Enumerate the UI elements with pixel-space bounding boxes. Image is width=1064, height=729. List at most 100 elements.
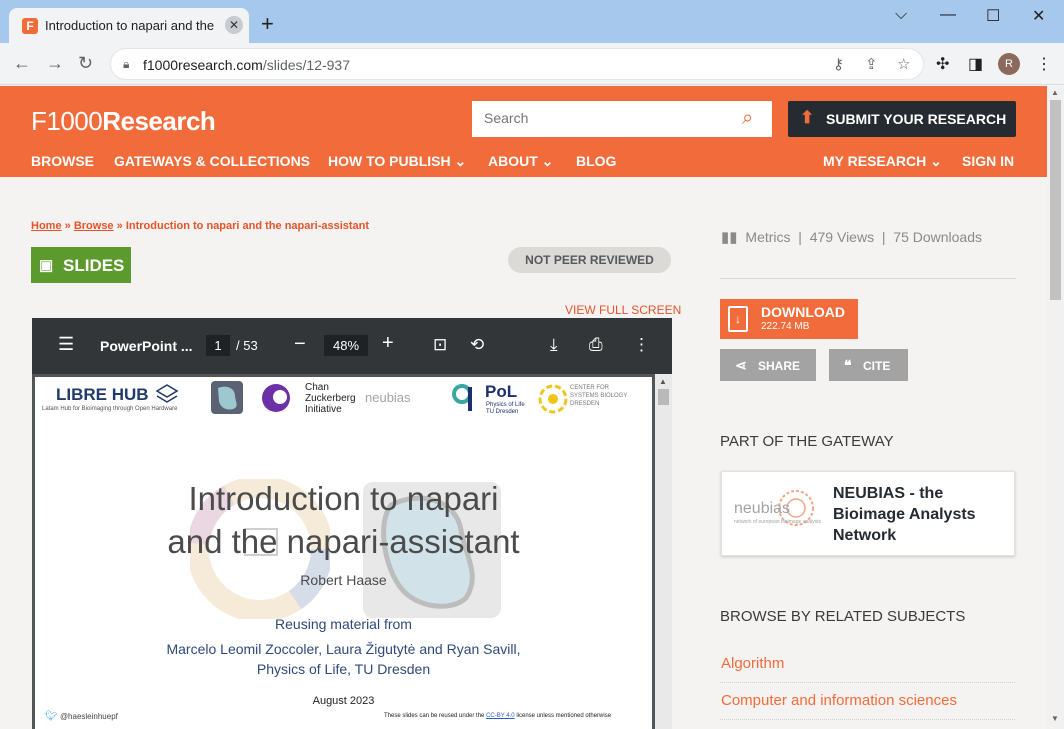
rotate-icon[interactable]: ⟲	[470, 335, 484, 355]
url-text[interactable]: f1000research.com/slides/12-937	[143, 57, 350, 73]
search-input[interactable]	[484, 110, 724, 126]
nav-how-to-publish[interactable]: HOW TO PUBLISH ⌄	[328, 153, 466, 170]
submit-research-button[interactable]: ⬆ SUBMIT YOUR RESEARCH	[788, 101, 1016, 137]
upload-icon: ⬆	[800, 108, 815, 127]
site-header: F1000Research ⌕ ⬆ SUBMIT YOUR RESEARCH B…	[0, 86, 1047, 177]
gateway-name[interactable]: NEUBIAS - the Bioimage Analysts Network	[833, 483, 1003, 546]
browser-window: F Introduction to napari and the n ✕ + ⌵…	[0, 0, 1064, 729]
active-tab[interactable]: F Introduction to napari and the n ✕	[9, 8, 249, 43]
web-page: F1000Research ⌕ ⬆ SUBMIT YOUR RESEARCH B…	[0, 86, 1047, 729]
libre-hub-logo: LIBRE HUB	[56, 385, 149, 404]
csbd-logo-icon	[538, 384, 568, 414]
lock-icon[interactable]: 🔒︎	[123, 57, 129, 72]
site-logo[interactable]: F1000Research	[31, 106, 216, 137]
subject-link-algorithm[interactable]: Algorithm	[721, 655, 784, 672]
license-link[interactable]: CC-BY 4.0	[486, 713, 515, 719]
czi-logo-icon	[262, 384, 290, 412]
chevron-down-icon[interactable]: ⌵	[895, 6, 907, 24]
address-bar[interactable]: 🔒︎ f1000research.com/slides/12-937 ⚷ ⇪ ☆	[110, 48, 924, 80]
breadcrumb-current: Introduction to napari and the napari-as…	[125, 220, 370, 232]
share-page-icon[interactable]: ⇪	[865, 55, 878, 73]
pdf-scrollbar[interactable]: ▲	[655, 374, 672, 729]
breadcrumb-home[interactable]: Home	[31, 220, 62, 232]
view-full-screen-link[interactable]: VIEW FULL SCREEN	[565, 303, 681, 317]
download-button[interactable]: ↓ DOWNLOAD 222.74 MB	[720, 299, 858, 339]
nav-gateways[interactable]: GATEWAYS & COLLECTIONS	[114, 153, 310, 169]
downloads-count: 75 Downloads	[893, 229, 983, 245]
favicon-icon: F	[22, 18, 38, 34]
forward-icon[interactable]: →	[46, 52, 64, 74]
search-icon[interactable]: ⌕	[742, 107, 753, 130]
pdf-toolbar: ☰ PowerPoint ... 1 / 53 − 48% + ⊡ ⟲ ⤓ ⎙ …	[32, 318, 672, 374]
czi-logo: Chan Zuckerberg Initiative	[305, 382, 356, 415]
tab-bar: F Introduction to napari and the n ✕ + ⌵…	[0, 0, 1064, 43]
nav-sign-in[interactable]: SIGN IN	[962, 153, 1014, 169]
pdf-viewer: ☰ PowerPoint ... 1 / 53 − 48% + ⊡ ⟲ ⤓ ⎙ …	[32, 318, 672, 729]
key-icon[interactable]: ⚷	[833, 55, 844, 73]
napari-small-logo-icon	[211, 381, 243, 414]
breadcrumb-browse[interactable]: Browse	[74, 220, 114, 232]
download-icon[interactable]: ⤓	[550, 335, 558, 355]
neubias-logo: neubias	[365, 390, 411, 405]
cite-button[interactable]: ❝ CITE	[829, 349, 908, 381]
libre-hub-subtitle: Latam Hub for Bioimaging through Open Ha…	[42, 406, 178, 412]
nav-browse[interactable]: BROWSE	[31, 153, 94, 169]
pol-logo-icon	[452, 384, 472, 411]
not-peer-reviewed-badge: NOT PEER REVIEWED	[508, 247, 671, 273]
print-icon[interactable]: ⎙	[589, 335, 603, 355]
share-button[interactable]: ⋖ SHARE	[720, 349, 816, 381]
reload-icon[interactable]: ↻	[78, 52, 93, 74]
zoom-in-icon[interactable]: +	[382, 332, 394, 355]
nav-my-research[interactable]: MY RESEARCH ⌄	[823, 153, 942, 170]
scrollbar-thumb[interactable]	[1050, 100, 1061, 300]
slide-reusing: Reusing material from	[275, 616, 412, 632]
back-icon[interactable]: ←	[13, 52, 31, 74]
new-tab-button[interactable]: +	[261, 13, 274, 35]
download-file-icon: ↓	[728, 306, 748, 332]
pdf-file-name: PowerPoint ...	[100, 338, 193, 354]
zoom-out-icon[interactable]: −	[294, 333, 306, 356]
browser-toolbar: ← → ↻ 🔒︎ f1000research.com/slides/12-937…	[0, 43, 1064, 85]
nav-about[interactable]: ABOUT ⌄	[488, 153, 553, 170]
bookmark-star-icon[interactable]: ☆	[897, 55, 910, 73]
neubias-logo-text: neubias	[734, 500, 791, 517]
gateway-card[interactable]: neubias network of european bioimage ana…	[721, 471, 1015, 556]
nav-blog[interactable]: BLOG	[576, 153, 616, 169]
close-window-icon[interactable]: ✕	[1032, 6, 1045, 26]
pol-subtitle: Physics of Life TU Dresden	[486, 402, 525, 415]
bar-chart-icon: ▮▮	[721, 229, 738, 246]
minimize-icon[interactable]: —	[940, 6, 956, 24]
extensions-icon[interactable]: ✣	[936, 54, 949, 74]
metrics-link[interactable]: Metrics	[745, 229, 790, 245]
side-panel-icon[interactable]: ◨	[968, 54, 983, 74]
slide-contributors: Marcelo Leomil Zoccoler, Laura Žigutytė …	[166, 641, 521, 677]
maximize-icon[interactable]: ☐	[986, 6, 1000, 26]
slide-page: LIBRE HUB Latam Hub for Bioimaging throu…	[35, 377, 652, 729]
slide-date: August 2023	[312, 695, 375, 707]
twitter-icon: 🐦︎	[45, 711, 58, 722]
metrics-bar: ▮▮ Metrics | 479 Views | 75 Downloads	[721, 229, 983, 246]
gateway-heading: PART OF THE GATEWAY	[720, 433, 894, 450]
neubias-logo-subtitle: network of european bioimage analysts	[734, 519, 821, 525]
search-box: ⌕	[472, 101, 772, 137]
quote-icon: ❝	[844, 357, 852, 373]
fit-page-icon[interactable]: ⊡	[433, 335, 447, 355]
avatar[interactable]: R	[998, 53, 1020, 75]
libre-hub-cube-icon	[155, 384, 179, 403]
zoom-input[interactable]: 48%	[324, 335, 368, 356]
page-total: / 53	[236, 338, 258, 353]
pol-logo: PoL	[485, 382, 518, 401]
page-scrollbar[interactable]: ▲ ▼	[1047, 86, 1064, 729]
tab-close-icon[interactable]: ✕	[225, 16, 243, 34]
subject-link-computer-sciences[interactable]: Computer and information sciences	[721, 692, 957, 709]
subjects-heading: BROWSE BY RELATED SUBJECTS	[720, 608, 966, 625]
more-options-icon[interactable]: ⋮	[633, 335, 650, 355]
slides-badge: ▣ SLIDES	[31, 247, 131, 283]
menu-kebab-icon[interactable]: ⋮	[1036, 54, 1052, 74]
views-count: 479 Views	[809, 229, 875, 245]
license-note: These slides can be reused under the CC-…	[384, 713, 612, 719]
page-number-input[interactable]: 1	[206, 335, 230, 356]
hamburger-menu-icon[interactable]: ☰	[58, 334, 74, 355]
divider	[720, 719, 1015, 720]
tab-title: Introduction to napari and the n	[45, 18, 217, 33]
